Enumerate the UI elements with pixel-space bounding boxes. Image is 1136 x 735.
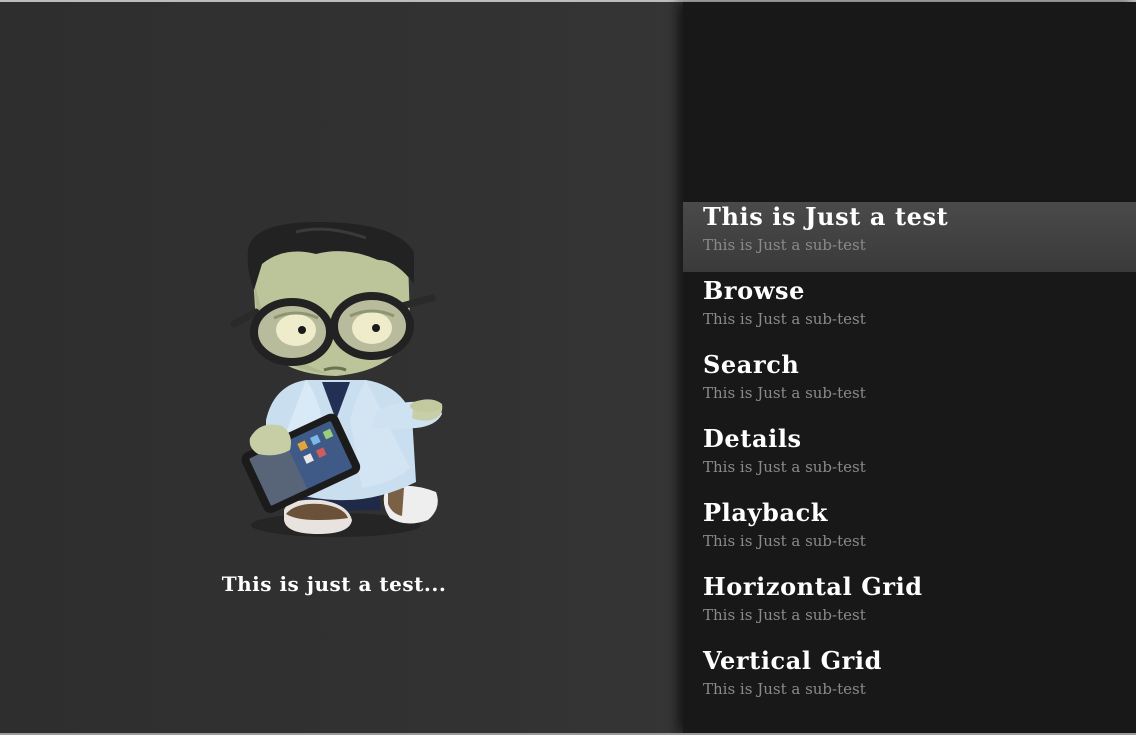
menu-item-title: Details [703, 424, 802, 453]
preview-panel: This is just a test... [0, 2, 683, 733]
menu-item-subtitle: This is Just a sub-test [703, 384, 866, 402]
menu-item-title: Playback [703, 498, 829, 527]
menu-item-subtitle: This is Just a sub-test [703, 310, 866, 328]
zombie-with-tablet-icon [230, 222, 443, 537]
menu-item-details[interactable]: Details This is Just a sub-test [683, 424, 1136, 498]
menu-item-vertical-grid[interactable]: Vertical Grid This is Just a sub-test [683, 646, 1136, 720]
menu-item-title: Search [703, 350, 800, 379]
menu-item-subtitle: This is Just a sub-test [703, 236, 866, 254]
menu-item-subtitle: This is Just a sub-test [703, 532, 866, 550]
menu-item-subtitle: This is Just a sub-test [703, 680, 866, 698]
menu-item-browse[interactable]: Browse This is Just a sub-test [683, 276, 1136, 350]
menu-item-test[interactable]: This is Just a test This is Just a sub-t… [683, 202, 1136, 272]
preview-caption: This is just a test... [221, 572, 447, 596]
menu-item-title: Horizontal Grid [703, 572, 923, 601]
menu-item-title: Browse [703, 276, 805, 305]
menu-item-subtitle: This is Just a sub-test [703, 606, 866, 624]
menu-list: This is Just a test This is Just a sub-t… [683, 202, 1136, 720]
menu-item-title: Vertical Grid [703, 646, 883, 675]
menu-item-horizontal-grid[interactable]: Horizontal Grid This is Just a sub-test [683, 572, 1136, 646]
menu-item-search[interactable]: Search This is Just a sub-test [683, 350, 1136, 424]
menu-item-playback[interactable]: Playback This is Just a sub-test [683, 498, 1136, 572]
menu-item-title: This is Just a test [703, 202, 949, 231]
menu-item-subtitle: This is Just a sub-test [703, 458, 866, 476]
navigation-menu-panel: This is Just a test This is Just a sub-t… [683, 2, 1136, 733]
